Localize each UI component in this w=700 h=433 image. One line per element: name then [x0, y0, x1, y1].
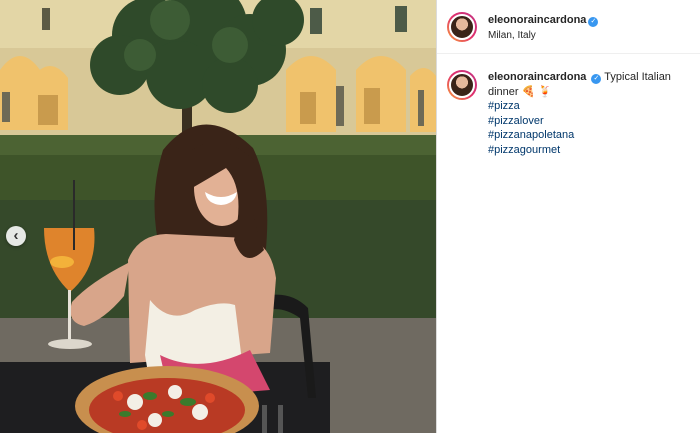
hashtag-link[interactable]: #pizzalover: [488, 114, 678, 129]
caption-avatar[interactable]: [447, 70, 477, 100]
caption: eleonoraincardona ✓ Typical Italian dinne…: [488, 70, 678, 157]
location-link[interactable]: Milan, Italy: [488, 28, 598, 43]
verified-badge-icon: ✓: [588, 16, 599, 27]
previous-photo-button[interactable]: ‹: [6, 226, 26, 246]
post-photo[interactable]: ‹: [0, 0, 436, 433]
post-header: eleonoraincardona ✓ Milan, Italy: [437, 0, 700, 54]
avatar[interactable]: [447, 11, 477, 42]
caption-username-link[interactable]: eleonoraincardona: [488, 71, 586, 83]
hashtag-link[interactable]: #pizzagourmet: [488, 143, 678, 158]
chevron-left-icon: ‹: [13, 226, 19, 244]
hashtag-link[interactable]: #pizza: [488, 99, 678, 114]
hashtag-link[interactable]: #pizzanapoletana: [488, 128, 678, 143]
post-photo-image: [0, 0, 436, 433]
instagram-post: ‹ eleonoraincardona ✓ Milan, Italy eleono…: [0, 0, 700, 433]
verified-badge-icon: ✓: [591, 74, 602, 84]
post-sidebar: eleonoraincardona ✓ Milan, Italy eleonora…: [436, 0, 700, 433]
caption-row: eleonoraincardona ✓ Typical Italian dinne…: [437, 54, 700, 157]
username-link[interactable]: eleonoraincardona: [488, 14, 586, 26]
caption-emojis: 🍕 🍹: [521, 85, 553, 98]
